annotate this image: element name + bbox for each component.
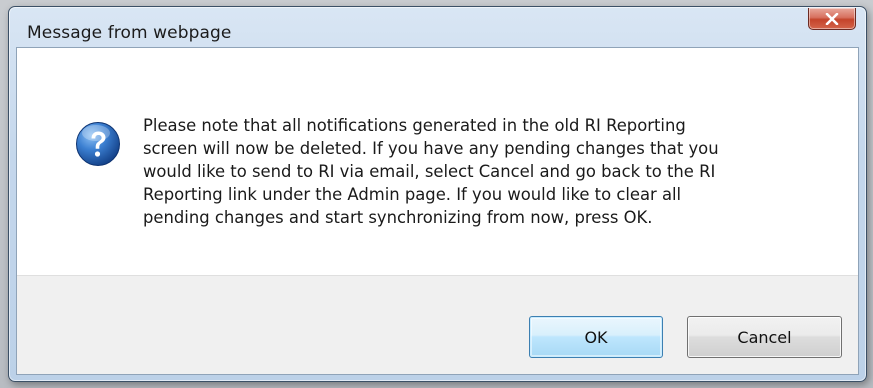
message-line: would like to send to RI via email, sele… — [143, 162, 716, 181]
close-icon — [825, 12, 839, 25]
message-text: Please note that all notifications gener… — [143, 114, 833, 229]
question-icon — [76, 122, 120, 166]
message-dialog: Message from webpage Please note that al… — [8, 6, 867, 382]
dialog-title: Message from webpage — [27, 23, 232, 43]
message-line: screen will now be deleted. If you have … — [143, 139, 719, 158]
message-line: Reporting link under the Admin page. If … — [143, 185, 682, 204]
ok-button[interactable]: OK — [529, 316, 663, 358]
cancel-button[interactable]: Cancel — [687, 316, 842, 358]
message-line: Please note that all notifications gener… — [143, 116, 686, 135]
button-area: OK Cancel — [17, 275, 858, 374]
close-button[interactable] — [808, 8, 856, 30]
message-area: Please note that all notifications gener… — [17, 48, 858, 275]
message-line: pending changes and start synchronizing … — [143, 208, 653, 227]
dialog-body: Please note that all notifications gener… — [16, 47, 859, 375]
